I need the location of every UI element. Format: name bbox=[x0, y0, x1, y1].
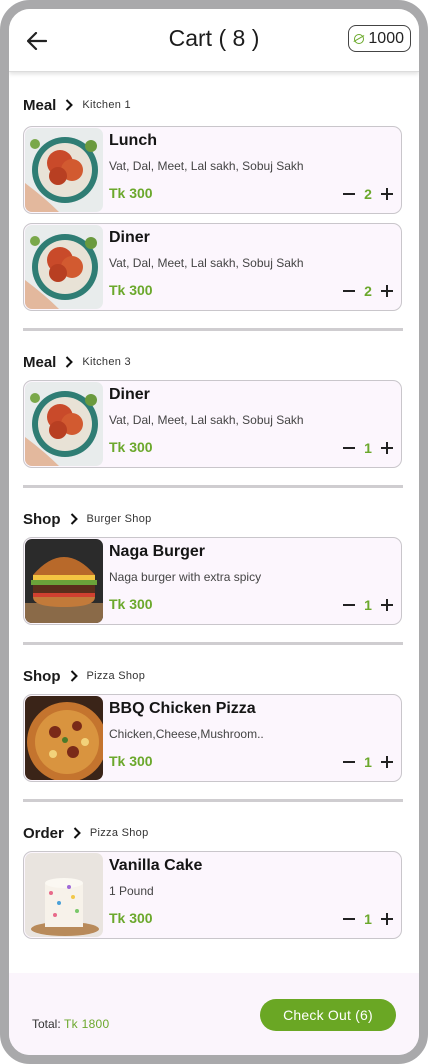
minus-icon bbox=[343, 193, 355, 195]
section-subtitle: Kitchen 3 bbox=[82, 356, 131, 368]
phone-frame: Cart ( 8 ) 1000 Meal Kitchen 1 Lunch Vat… bbox=[0, 0, 428, 1064]
minus-button[interactable] bbox=[341, 596, 357, 614]
item-price: Tk 300 bbox=[109, 282, 153, 298]
checkout-button[interactable]: Check Out (6) bbox=[260, 999, 396, 1031]
item-description: Vat, Dal, Meet, Lal sakh, Sobuj Sakh bbox=[109, 256, 304, 270]
food-bowl-image bbox=[25, 382, 103, 466]
minus-button[interactable] bbox=[341, 753, 357, 771]
quantity-value: 1 bbox=[364, 911, 372, 927]
cart-item-card[interactable]: BBQ Chicken Pizza Chicken,Cheese,Mushroo… bbox=[23, 694, 402, 782]
plus-icon bbox=[381, 599, 393, 611]
item-name: Naga Burger bbox=[109, 543, 206, 560]
quantity-stepper: 1 bbox=[341, 439, 395, 457]
food-bowl-image bbox=[25, 128, 103, 212]
minus-button[interactable] bbox=[341, 185, 357, 203]
quantity-value: 1 bbox=[364, 440, 372, 456]
coin-balance[interactable]: 1000 bbox=[348, 25, 411, 52]
quantity-stepper: 2 bbox=[341, 185, 395, 203]
plus-button[interactable] bbox=[379, 596, 395, 614]
item-price: Tk 300 bbox=[109, 910, 153, 926]
plus-button[interactable] bbox=[379, 282, 395, 300]
pizza-image bbox=[25, 696, 103, 780]
section-subtitle: Burger Shop bbox=[86, 513, 152, 525]
cart-item-card[interactable]: Vanilla Cake 1 Pound Tk 300 1 bbox=[23, 851, 402, 939]
plus-icon bbox=[381, 188, 393, 200]
item-price: Tk 300 bbox=[109, 596, 153, 612]
minus-button[interactable] bbox=[341, 282, 357, 300]
cart-item-card[interactable]: Naga Burger Naga burger with extra spicy… bbox=[23, 537, 402, 625]
chevron-right-icon bbox=[65, 99, 74, 111]
item-name: Vanilla Cake bbox=[109, 857, 203, 874]
chevron-right-icon bbox=[70, 513, 78, 525]
section-header[interactable]: Order Pizza Shop bbox=[23, 823, 149, 843]
section-header[interactable]: Shop Pizza Shop bbox=[23, 666, 145, 686]
item-description: Chicken,Cheese,Mushroom.. bbox=[109, 727, 264, 741]
quantity-value: 1 bbox=[364, 597, 372, 613]
minus-button[interactable] bbox=[341, 439, 357, 457]
cart-total: Total: Tk 1800 bbox=[32, 1017, 110, 1031]
section-subtitle: Pizza Shop bbox=[86, 670, 146, 682]
minus-icon bbox=[343, 761, 355, 763]
minus-icon bbox=[343, 918, 355, 920]
plus-button[interactable] bbox=[379, 185, 395, 203]
quantity-stepper: 1 bbox=[341, 596, 395, 614]
chevron-right-icon bbox=[65, 356, 74, 368]
section-title: Shop bbox=[23, 667, 61, 685]
app-header: Cart ( 8 ) 1000 bbox=[9, 9, 419, 72]
plus-icon bbox=[381, 913, 393, 925]
item-name: Diner bbox=[109, 229, 150, 246]
cart-item-card[interactable]: Lunch Vat, Dal, Meet, Lal sakh, Sobuj Sa… bbox=[23, 126, 402, 214]
coin-icon bbox=[354, 33, 365, 44]
food-bowl-image bbox=[25, 225, 103, 309]
item-description: 1 Pound bbox=[109, 884, 154, 898]
item-name: BBQ Chicken Pizza bbox=[109, 700, 256, 717]
section-header[interactable]: Shop Burger Shop bbox=[23, 509, 152, 529]
section-divider bbox=[23, 328, 403, 331]
minus-icon bbox=[343, 604, 355, 606]
quantity-value: 1 bbox=[364, 754, 372, 770]
quantity-stepper: 1 bbox=[341, 753, 395, 771]
cart-item-card[interactable]: Diner Vat, Dal, Meet, Lal sakh, Sobuj Sa… bbox=[23, 380, 402, 468]
minus-button[interactable] bbox=[341, 910, 357, 928]
coin-amount: 1000 bbox=[368, 29, 404, 47]
section-title: Order bbox=[23, 824, 64, 842]
section-title: Shop bbox=[23, 510, 61, 528]
total-value: Tk 1800 bbox=[64, 1017, 110, 1031]
item-price: Tk 300 bbox=[109, 439, 153, 455]
item-name: Lunch bbox=[109, 132, 157, 149]
plus-button[interactable] bbox=[379, 753, 395, 771]
quantity-value: 2 bbox=[364, 283, 372, 299]
cake-image bbox=[25, 853, 103, 937]
chevron-right-icon bbox=[73, 827, 81, 839]
plus-button[interactable] bbox=[379, 439, 395, 457]
item-price: Tk 300 bbox=[109, 753, 153, 769]
section-header[interactable]: Meal Kitchen 1 bbox=[23, 95, 131, 115]
section-divider bbox=[23, 799, 403, 802]
plus-button[interactable] bbox=[379, 910, 395, 928]
plus-icon bbox=[381, 756, 393, 768]
minus-icon bbox=[343, 447, 355, 449]
section-title: Meal bbox=[23, 96, 57, 114]
total-label: Total: bbox=[32, 1017, 61, 1031]
section-header[interactable]: Meal Kitchen 3 bbox=[23, 352, 131, 372]
cart-item-card[interactable]: Diner Vat, Dal, Meet, Lal sakh, Sobuj Sa… bbox=[23, 223, 402, 311]
item-price: Tk 300 bbox=[109, 185, 153, 201]
quantity-stepper: 1 bbox=[341, 910, 395, 928]
plus-icon bbox=[381, 285, 393, 297]
item-description: Naga burger with extra spicy bbox=[109, 570, 262, 584]
section-title: Meal bbox=[23, 353, 57, 371]
item-description: Vat, Dal, Meet, Lal sakh, Sobuj Sakh bbox=[109, 413, 304, 427]
minus-icon bbox=[343, 290, 355, 292]
item-name: Diner bbox=[109, 386, 150, 403]
section-subtitle: Kitchen 1 bbox=[82, 99, 131, 111]
chevron-right-icon bbox=[70, 670, 78, 682]
burger-image bbox=[25, 539, 103, 623]
section-subtitle: Pizza Shop bbox=[89, 827, 149, 839]
section-divider bbox=[23, 485, 403, 488]
quantity-value: 2 bbox=[364, 186, 372, 202]
plus-icon bbox=[381, 442, 393, 454]
quantity-stepper: 2 bbox=[341, 282, 395, 300]
item-description: Vat, Dal, Meet, Lal sakh, Sobuj Sakh bbox=[109, 159, 304, 173]
section-divider bbox=[23, 642, 403, 645]
